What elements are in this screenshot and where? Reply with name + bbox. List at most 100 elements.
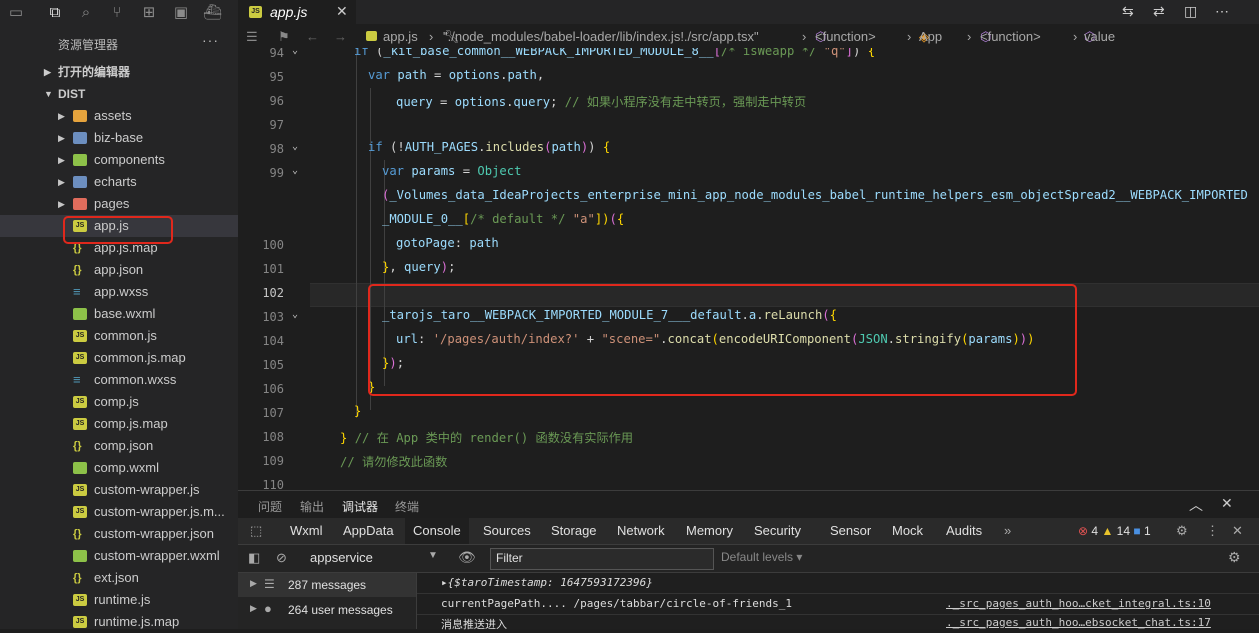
line-number: 102 [262, 286, 284, 300]
tree-item-label: common.js.map [94, 350, 186, 365]
fold-chevron-icon[interactable]: ⌄ [292, 309, 298, 320]
tree-item[interactable]: JS comp.js [0, 391, 238, 413]
tree-item[interactable]: JS common.js [0, 325, 238, 347]
tree-item[interactable]: custom-wrapper.wxml [0, 545, 238, 567]
tree-item[interactable]: ▶ components [0, 149, 238, 171]
compare-icon[interactable]: ⇆ [1122, 3, 1134, 20]
js-file-icon [366, 31, 377, 41]
tree-item-label: components [94, 152, 165, 167]
tree-item[interactable]: JS common.js.map [0, 347, 238, 369]
devtools-tab-security[interactable]: Security [746, 518, 809, 544]
source-control-icon[interactable]: ⑂ [108, 3, 126, 21]
settings-icon[interactable]: ⚙ [1168, 518, 1196, 544]
tree-item[interactable]: JS custom-wrapper.js.m... [0, 501, 238, 523]
tab-output[interactable]: 输出 [300, 498, 324, 515]
tab-debugger[interactable]: 调试器 [342, 498, 378, 515]
chevron-right-icon: ▶ [58, 133, 65, 143]
log-entry-message: 消息推送进入 [441, 616, 507, 632]
split-editor-icon[interactable]: ◫ [1184, 3, 1197, 20]
list-icon[interactable]: ☰ [246, 26, 258, 48]
tree-item[interactable]: ▶ pages [0, 193, 238, 215]
tab-problems[interactable]: 问题 [258, 498, 282, 515]
context-select[interactable]: appservice [310, 550, 373, 565]
root-folder-section[interactable]: ▼ DIST [0, 83, 238, 105]
devtools-tab-storage[interactable]: Storage [543, 518, 605, 544]
filter-placeholder: Filter [496, 551, 523, 565]
devtools-tab-wxml[interactable]: Wxml [282, 518, 331, 544]
console-settings-icon[interactable]: ⚙ [1228, 549, 1241, 566]
tree-item[interactable]: JS runtime.js.map [0, 611, 238, 633]
more-tabs-button[interactable]: » [996, 518, 1019, 544]
inspect-icon[interactable]: ⬚ [242, 518, 270, 544]
devtools-tab-network[interactable]: Network [609, 518, 673, 544]
search-icon[interactable]: ⌕ [77, 3, 95, 21]
tree-item-label: common.js [94, 328, 157, 343]
bookmark-icon[interactable]: ⚑ [278, 26, 290, 48]
tree-item[interactable]: {} custom-wrapper.json [0, 523, 238, 545]
log-source-link[interactable]: ._src_pages_auth_hoo…cket_integral.ts:10 [946, 597, 1211, 610]
window-icon[interactable]: ▭ [7, 3, 25, 21]
tree-item-label: common.wxss [94, 372, 177, 387]
filter-input[interactable]: Filter [490, 548, 714, 570]
tree-item[interactable]: ≡ app.wxss [0, 281, 238, 303]
log-levels-select[interactable]: Default levels ▾ [721, 550, 802, 564]
explorer-icon[interactable]: ⧉ [46, 3, 64, 21]
tree-item[interactable]: ≡ common.wxss [0, 369, 238, 391]
tree-item[interactable]: {} ext.json [0, 567, 238, 589]
code-editor[interactable]: 94 ⌄ if (_kit_base_common__WEBPACK_IMPORTE… [238, 48, 1259, 490]
info-icon: ■ [1133, 524, 1141, 538]
log-entry-current-page: currentPagePath.... /pages/tabbar/circle… [441, 597, 792, 610]
git-icon[interactable]: ⇄ [1153, 3, 1165, 20]
sidebar-toggle-icon[interactable]: ◧ [248, 550, 260, 566]
tree-item[interactable]: {} app.json [0, 259, 238, 281]
fold-chevron-icon[interactable]: ⌄ [292, 165, 298, 176]
kebab-menu-icon[interactable]: ⋮ [1198, 518, 1227, 544]
tab-app-js[interactable]: JS app.js ✕ [238, 0, 356, 24]
chevron-up-icon[interactable]: ︿ [1189, 495, 1203, 515]
tree-item[interactable]: ▶ biz-base [0, 127, 238, 149]
tree-item-label: comp.js.map [94, 416, 168, 431]
close-panel-icon[interactable]: ✕ [1221, 495, 1233, 512]
more-icon[interactable]: ⋯ [1215, 3, 1229, 20]
user-messages-filter-item[interactable]: ▶ ● 264 user messages [238, 598, 416, 622]
fold-chevron-icon[interactable]: ⌄ [292, 48, 298, 56]
devtools-tab-sources[interactable]: Sources [475, 518, 539, 544]
devtools-tab-audits[interactable]: Audits [938, 518, 990, 544]
clear-console-icon[interactable]: ⊘ [276, 550, 287, 566]
fold-chevron-icon[interactable]: ⌄ [292, 141, 298, 152]
chevron-right-icon: › [907, 29, 912, 44]
log-source-link[interactable]: ._src_pages_auth_hoo…ebsocket_chat.ts:17 [946, 616, 1211, 629]
tree-item[interactable]: base.wxml [0, 303, 238, 325]
folder-icon [73, 154, 87, 166]
tree-item-label: runtime.js [94, 592, 151, 607]
devtools-tab-sensor[interactable]: Sensor [822, 518, 879, 544]
log-entry-object[interactable]: ▸{$taroTimestamp: 1647593172396} [441, 576, 653, 589]
more-actions-button[interactable]: ··· [202, 32, 219, 48]
tree-item[interactable]: ▶ assets [0, 105, 238, 127]
tree-item[interactable]: JS runtime.js [0, 589, 238, 611]
tree-item[interactable]: ▶ echarts [0, 171, 238, 193]
dropdown-arrow-icon[interactable]: ▼ [428, 550, 438, 561]
devtools-tab-mock[interactable]: Mock [884, 518, 931, 544]
tree-item[interactable]: comp.wxml [0, 457, 238, 479]
docker-icon[interactable]: ⛴ [203, 3, 222, 21]
forward-icon[interactable]: → [334, 26, 347, 48]
js-file-icon: JS [73, 616, 87, 628]
remote-icon[interactable]: ▣ [172, 3, 190, 21]
eye-icon[interactable]: 👁︎ [458, 549, 476, 566]
messages-filter-item[interactable]: ▶ ☰ 287 messages [238, 573, 416, 597]
close-devtools-icon[interactable]: ✕ [1224, 518, 1251, 544]
devtools-tab-console[interactable]: Console [405, 518, 469, 544]
open-editors-section[interactable]: ▶ 打开的编辑器 [0, 61, 238, 83]
close-icon[interactable]: ✕ [336, 3, 348, 20]
devtools-tab-appdata[interactable]: AppData [335, 518, 402, 544]
tab-terminal[interactable]: 终端 [395, 498, 419, 515]
tree-item[interactable]: {} comp.json [0, 435, 238, 457]
devtools-tab-memory[interactable]: Memory [678, 518, 741, 544]
tree-item[interactable]: JS comp.js.map [0, 413, 238, 435]
breadcrumb-file[interactable]: app.js [366, 26, 418, 48]
tree-item[interactable]: JS custom-wrapper.js [0, 479, 238, 501]
error-count[interactable]: ⊗ 4 ▲ 14 ■ 1 [1070, 518, 1159, 544]
extensions-icon[interactable]: ⊞ [140, 3, 158, 21]
back-icon[interactable]: ← [306, 26, 319, 48]
